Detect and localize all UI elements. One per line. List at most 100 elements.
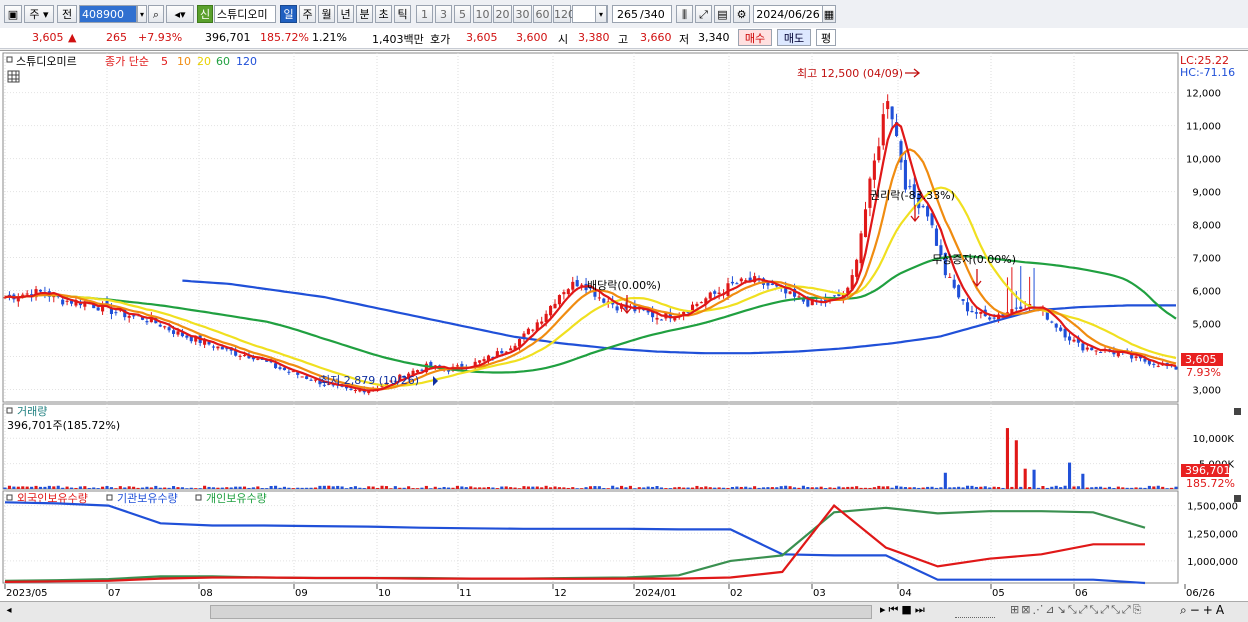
interval-30-button[interactable]: 30 — [513, 5, 532, 23]
candle-body — [926, 206, 930, 217]
volume-bar — [74, 487, 78, 489]
buy-button[interactable]: 매수 — [738, 29, 772, 46]
draw-tools-icon[interactable]: ⊞⊠⋰⊿↘⤡⤢⤡⤢⤡⤢⎘ — [1010, 603, 1143, 617]
volume-bar — [282, 486, 286, 489]
sell-button[interactable]: 매도 — [777, 29, 811, 46]
volume-bar — [225, 487, 229, 489]
volume-bar — [1130, 487, 1134, 489]
scroll-thumb[interactable] — [210, 605, 872, 619]
volume-bar — [371, 486, 375, 489]
candle-body — [970, 310, 974, 313]
volume-bar — [859, 487, 863, 489]
zoom-slider[interactable] — [955, 605, 995, 618]
volume-bar — [265, 488, 269, 489]
interval-10-button[interactable]: 10 — [473, 5, 492, 23]
layout-icon[interactable]: ▣ — [4, 5, 22, 23]
volume-bar — [136, 487, 140, 489]
volume-bar — [992, 486, 996, 489]
volume-bar — [176, 487, 180, 489]
volume-bar — [158, 487, 162, 489]
ma10-label: 10 — [177, 55, 191, 68]
volume-bar — [278, 487, 282, 489]
date-field[interactable]: 2024/06/26 — [753, 5, 823, 23]
volume-bar — [1085, 487, 1089, 489]
candle-body — [855, 259, 859, 277]
interval-120-button[interactable]: 120 — [553, 5, 575, 23]
volume-bar — [52, 486, 56, 489]
period-month-button[interactable]: 월 — [318, 5, 335, 23]
institution-menu-icon[interactable] — [106, 494, 113, 501]
volume-bar — [988, 487, 992, 489]
volume-bar — [819, 486, 823, 489]
period-year-button[interactable]: 년 — [337, 5, 354, 23]
period-second-button[interactable]: 초 — [375, 5, 392, 23]
volume-close-icon[interactable] — [1234, 408, 1241, 415]
volume-bar — [912, 487, 916, 489]
volume-bar — [673, 487, 677, 489]
volume-bar — [908, 487, 912, 489]
candle-body — [908, 186, 912, 188]
evaluate-button[interactable]: 평 — [816, 29, 836, 46]
candle-body — [863, 209, 868, 238]
calendar-icon[interactable]: ▦ — [822, 5, 836, 23]
count-input[interactable]: 265 — [612, 5, 640, 23]
volume-bar — [593, 486, 597, 489]
candle-body — [735, 283, 739, 285]
period-tick-button[interactable]: 틱 — [394, 5, 411, 23]
volume-bar — [895, 485, 899, 489]
volume-bar — [424, 485, 428, 489]
candle-body — [65, 300, 69, 302]
volume-bar — [815, 487, 819, 489]
code-dropdown-icon[interactable]: ▾ — [137, 5, 147, 23]
volume-bar — [948, 487, 952, 489]
stock-code-input[interactable]: 408900 — [79, 5, 137, 23]
candle-body — [482, 359, 486, 362]
volume-menu-icon[interactable] — [6, 407, 13, 414]
high-label: 고 — [618, 33, 629, 46]
period-day-button[interactable]: 일 — [280, 5, 297, 23]
chart-area[interactable]: 스튜디오미르 종가 단순 5 10 20 60 120 LC:25.22 HC:… — [0, 50, 1248, 604]
search-icon[interactable]: ⌕ — [148, 5, 164, 23]
interval-60-button[interactable]: 60 — [533, 5, 552, 23]
interval-20-button[interactable]: 20 — [493, 5, 512, 23]
date-tick: 04 — [899, 588, 912, 599]
candle-body — [713, 291, 717, 294]
individual-menu-icon[interactable] — [195, 494, 202, 501]
volume-bar — [553, 486, 557, 489]
interval-1-button[interactable]: 1 — [416, 5, 433, 23]
interval-5-button[interactable]: 5 — [454, 5, 471, 23]
type-select[interactable]: 주 ▾ — [24, 5, 54, 23]
volume-bar — [659, 487, 664, 489]
panel-menu-icon[interactable] — [6, 56, 13, 63]
volume-bar — [788, 486, 792, 489]
volume-bar — [753, 486, 757, 489]
volume-pct-text: 185.72% — [1186, 477, 1235, 490]
volume-bar — [78, 486, 82, 489]
nav-controls-icon[interactable]: ▸⏮■⏭ — [880, 603, 928, 617]
sound-icon[interactable]: ◂▾ — [166, 5, 194, 23]
candle-body — [96, 307, 100, 311]
candle-body — [1156, 365, 1160, 367]
candle-body — [566, 289, 570, 295]
volume-bar — [274, 485, 278, 489]
date-tick: 09 — [295, 588, 308, 599]
holdings-menu-icon[interactable] — [6, 494, 13, 501]
zoom-controls-icon[interactable]: ⌕−+A — [1180, 603, 1227, 618]
scroll-left-icon[interactable]: ◂ — [2, 604, 16, 618]
period-minute-button[interactable]: 분 — [356, 5, 373, 23]
candle-body — [61, 299, 65, 305]
volume-bar — [1125, 487, 1129, 489]
prev-button[interactable]: 전 — [57, 5, 77, 23]
candle-body — [1019, 306, 1023, 309]
candle-icon[interactable]: ⫼ — [676, 5, 693, 23]
volume-bar — [699, 487, 703, 489]
draw-tool-icon[interactable]: ⤢ — [695, 5, 712, 23]
volume-ratio: 185.72% — [260, 31, 309, 44]
period-week-button[interactable]: 주 — [299, 5, 316, 23]
interval-3-button[interactable]: 3 — [435, 5, 452, 23]
save-icon[interactable]: ▤ — [714, 5, 731, 23]
gear-icon[interactable]: ⚙ — [733, 5, 750, 23]
table-icon[interactable] — [7, 70, 20, 83]
holdings-tick: 1,500,000 — [1187, 502, 1238, 513]
interval-dropdown-icon[interactable]: ▾ — [595, 5, 607, 23]
